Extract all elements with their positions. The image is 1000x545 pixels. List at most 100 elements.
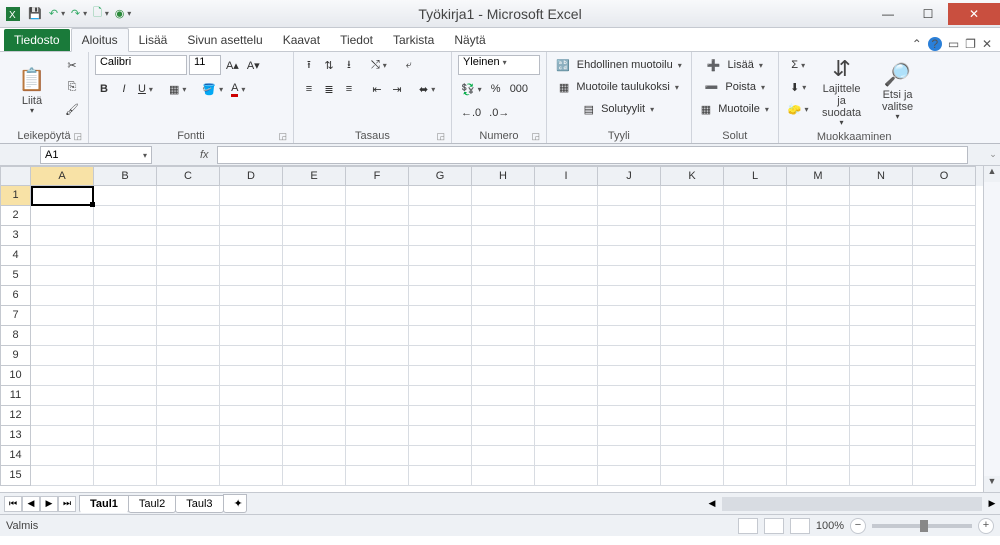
row-header[interactable]: 5 xyxy=(0,266,31,286)
cell[interactable] xyxy=(157,466,220,486)
cell[interactable] xyxy=(787,246,850,266)
cell[interactable] xyxy=(850,426,913,446)
maximize-button[interactable]: ☐ xyxy=(908,3,948,25)
cell[interactable] xyxy=(283,206,346,226)
cell[interactable] xyxy=(472,446,535,466)
col-header[interactable]: I xyxy=(535,166,598,186)
col-header[interactable]: N xyxy=(850,166,913,186)
cell-styles-button[interactable]: ▤ Solutyylit xyxy=(553,99,685,119)
tab-formulas[interactable]: Kaavat xyxy=(273,29,330,51)
col-header[interactable]: D xyxy=(220,166,283,186)
dialog-launcher-icon[interactable]: ◲ xyxy=(531,131,540,142)
col-header[interactable]: K xyxy=(661,166,724,186)
cell[interactable] xyxy=(157,306,220,326)
italic-button[interactable]: I xyxy=(115,79,133,99)
cell[interactable] xyxy=(472,366,535,386)
cell[interactable] xyxy=(409,206,472,226)
window-close-icon[interactable]: ✕ xyxy=(982,37,992,51)
cell[interactable] xyxy=(661,406,724,426)
cell[interactable] xyxy=(94,306,157,326)
cell[interactable] xyxy=(787,186,850,206)
cell[interactable] xyxy=(913,266,976,286)
cell[interactable] xyxy=(94,246,157,266)
cell[interactable] xyxy=(724,266,787,286)
cell[interactable] xyxy=(31,286,94,306)
border-icon[interactable]: ▦ xyxy=(166,79,189,99)
cell[interactable] xyxy=(220,186,283,206)
cell[interactable] xyxy=(787,266,850,286)
cell[interactable] xyxy=(283,386,346,406)
cell[interactable] xyxy=(472,286,535,306)
delete-cells-button[interactable]: ➖ Poista xyxy=(698,77,772,97)
copy-icon[interactable]: ⎘ xyxy=(62,77,82,97)
col-header[interactable]: G xyxy=(409,166,472,186)
cell[interactable] xyxy=(850,246,913,266)
cell[interactable] xyxy=(346,386,409,406)
percent-icon[interactable]: % xyxy=(487,79,505,99)
cell[interactable] xyxy=(724,466,787,486)
cell[interactable] xyxy=(724,426,787,446)
cell[interactable] xyxy=(472,246,535,266)
cell[interactable] xyxy=(94,186,157,206)
sheet-tab-3[interactable]: Taul3 xyxy=(175,495,223,513)
cell[interactable] xyxy=(94,386,157,406)
view-layout-icon[interactable] xyxy=(764,518,784,534)
cell[interactable] xyxy=(535,326,598,346)
cell[interactable] xyxy=(220,406,283,426)
cell[interactable] xyxy=(598,466,661,486)
formula-input[interactable] xyxy=(217,146,968,164)
cell[interactable] xyxy=(409,186,472,206)
cell[interactable] xyxy=(787,346,850,366)
cell[interactable] xyxy=(220,286,283,306)
row-header[interactable]: 4 xyxy=(0,246,31,266)
cell[interactable] xyxy=(31,346,94,366)
cell[interactable] xyxy=(220,226,283,246)
cell[interactable] xyxy=(283,326,346,346)
cell[interactable] xyxy=(598,186,661,206)
align-top-icon[interactable]: ⭱ xyxy=(300,55,318,75)
close-button[interactable]: ✕ xyxy=(948,3,1000,25)
cell[interactable] xyxy=(409,386,472,406)
sort-filter-button[interactable]: ⇵ Lajittele ja suodata▾ xyxy=(816,55,868,130)
cell[interactable] xyxy=(220,386,283,406)
cell[interactable] xyxy=(598,366,661,386)
wrap-text-icon[interactable]: ⤶ xyxy=(400,55,418,75)
indent-increase-icon[interactable]: ⇥ xyxy=(388,79,406,99)
cell[interactable] xyxy=(850,346,913,366)
cell[interactable] xyxy=(661,386,724,406)
window-min-icon[interactable]: ▭ xyxy=(948,37,959,51)
quickprint-icon[interactable]: ◉ xyxy=(114,5,132,23)
cell[interactable] xyxy=(913,386,976,406)
cell[interactable] xyxy=(913,466,976,486)
cell[interactable] xyxy=(409,406,472,426)
cell[interactable] xyxy=(724,446,787,466)
row-header[interactable]: 1 xyxy=(0,186,31,206)
cell[interactable] xyxy=(661,206,724,226)
cell[interactable] xyxy=(94,466,157,486)
fill-icon[interactable]: ⬇ xyxy=(785,77,812,97)
cell[interactable] xyxy=(31,406,94,426)
font-name-select[interactable]: Calibri xyxy=(95,55,187,75)
underline-button[interactable]: U xyxy=(135,79,156,99)
cell[interactable] xyxy=(94,426,157,446)
cell[interactable] xyxy=(913,326,976,346)
cell[interactable] xyxy=(850,306,913,326)
cell[interactable] xyxy=(31,366,94,386)
row-header[interactable]: 12 xyxy=(0,406,31,426)
cell[interactable] xyxy=(409,446,472,466)
horizontal-scrollbar[interactable]: ◀ ▶ xyxy=(257,497,1000,511)
cell[interactable] xyxy=(283,466,346,486)
cell[interactable] xyxy=(850,226,913,246)
col-header[interactable]: C xyxy=(157,166,220,186)
cell[interactable] xyxy=(409,346,472,366)
cell[interactable] xyxy=(31,266,94,286)
cells-area[interactable] xyxy=(31,186,983,486)
cell[interactable] xyxy=(157,366,220,386)
align-center-icon[interactable]: ≣ xyxy=(320,79,338,99)
cell[interactable] xyxy=(724,246,787,266)
cell[interactable] xyxy=(94,346,157,366)
sheet-tab-2[interactable]: Taul2 xyxy=(128,495,176,513)
row-header[interactable]: 7 xyxy=(0,306,31,326)
cell[interactable] xyxy=(535,306,598,326)
zoom-out-icon[interactable]: − xyxy=(850,518,866,534)
